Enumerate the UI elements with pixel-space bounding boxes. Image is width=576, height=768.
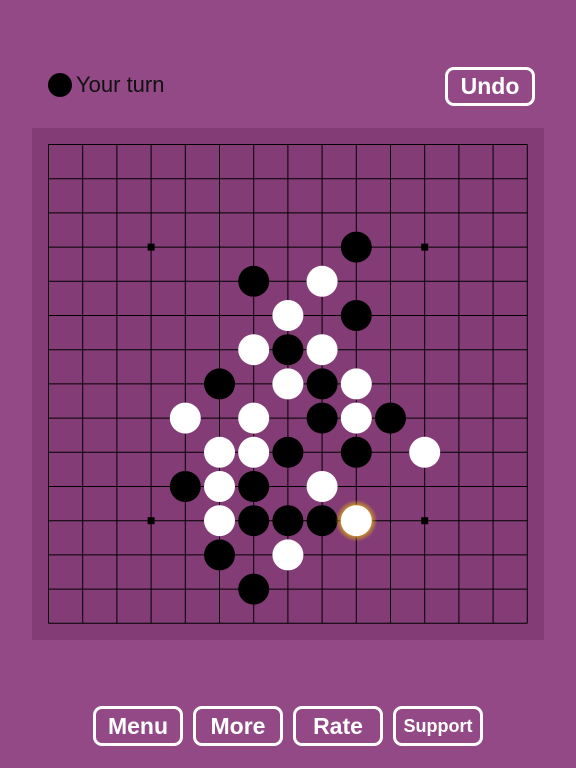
- black-stone: [272, 505, 304, 537]
- black-stone: [306, 505, 338, 537]
- white-stone: [204, 471, 235, 502]
- white-stone: [204, 505, 235, 537]
- black-stone: [272, 436, 304, 468]
- black-stone: [375, 402, 406, 434]
- star-point: [147, 517, 155, 525]
- black-stone: [306, 368, 338, 400]
- turn-label: Your turn: [76, 72, 165, 97]
- white-stone: [169, 402, 201, 434]
- black-stone: [238, 471, 270, 502]
- black-stone: [238, 265, 270, 297]
- white-stone: [204, 436, 235, 468]
- rate-button[interactable]: Rate: [293, 706, 383, 746]
- star-point: [147, 243, 155, 251]
- undo-button[interactable]: Undo: [445, 67, 535, 106]
- black-stone: [238, 573, 270, 605]
- black-stone: [340, 231, 372, 263]
- support-button[interactable]: Support: [393, 706, 483, 746]
- white-stone: [306, 471, 338, 502]
- white-stone: [272, 300, 304, 331]
- black-stone: [238, 505, 270, 537]
- black-stone: [306, 402, 338, 434]
- white-stone: [340, 368, 372, 400]
- white-stone: [272, 539, 304, 571]
- more-button[interactable]: More: [193, 706, 283, 746]
- black-stone: [340, 300, 372, 331]
- white-stone: [238, 334, 270, 366]
- white-stone: [306, 334, 338, 366]
- white-stone: [306, 265, 338, 297]
- black-stone: [204, 368, 235, 400]
- black-stone: [169, 471, 201, 502]
- black-stone: [340, 436, 372, 468]
- white-stone: [409, 436, 441, 468]
- menu-button[interactable]: Menu: [93, 706, 183, 746]
- white-stone: [340, 402, 372, 434]
- black-stone-icon: [48, 73, 72, 97]
- white-stone: [340, 505, 372, 537]
- white-stone: [272, 368, 304, 400]
- star-point: [421, 243, 429, 251]
- white-stone: [238, 402, 270, 434]
- star-point: [421, 517, 429, 525]
- go-board[interactable]: [48, 144, 528, 624]
- black-stone: [204, 539, 235, 571]
- turn-indicator: Your turn: [48, 72, 164, 98]
- black-stone: [272, 334, 304, 366]
- white-stone: [238, 436, 270, 468]
